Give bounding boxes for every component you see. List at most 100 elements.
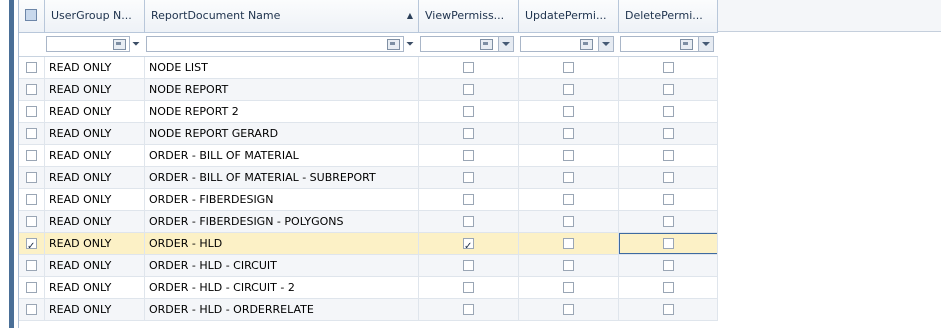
view-permission-cell[interactable] <box>419 145 519 167</box>
row-select-checkbox[interactable] <box>26 216 37 227</box>
delete-permission-cell[interactable] <box>619 57 718 79</box>
user-group-cell[interactable]: READ ONLY <box>45 277 145 299</box>
update-permission-checkbox[interactable] <box>563 172 574 183</box>
update-permission-cell[interactable] <box>519 299 619 321</box>
table-row[interactable]: READ ONLY ORDER - FIBERDESIGN - POLYGONS <box>19 211 718 233</box>
delete-permission-cell[interactable] <box>619 299 718 321</box>
delete-permission-checkbox[interactable] <box>663 62 674 73</box>
view-permission-checkbox[interactable] <box>463 62 474 73</box>
user-group-cell[interactable]: READ ONLY <box>45 57 145 79</box>
update-permission-cell[interactable] <box>519 145 619 167</box>
report-name-cell[interactable]: ORDER - FIBERDESIGN <box>145 189 419 211</box>
view-permission-cell[interactable] <box>419 211 519 233</box>
row-select-cell[interactable] <box>19 123 45 145</box>
user-group-cell[interactable]: READ ONLY <box>45 189 145 211</box>
filter-editor-icon[interactable] <box>580 39 593 50</box>
table-row[interactable]: READ ONLY ORDER - HLD - CIRCUIT <box>19 255 718 277</box>
update-permission-cell[interactable] <box>519 211 619 233</box>
report-name-cell[interactable]: ORDER - BILL OF MATERIAL <box>145 145 419 167</box>
row-select-cell[interactable] <box>19 167 45 189</box>
view-permission-checkbox[interactable] <box>463 194 474 205</box>
update-permission-cell[interactable] <box>519 123 619 145</box>
user-group-cell[interactable]: READ ONLY <box>45 145 145 167</box>
row-select-cell[interactable] <box>19 145 45 167</box>
report-name-cell[interactable]: NODE LIST <box>145 57 419 79</box>
col-delete-permission[interactable]: DeletePermi... <box>619 0 718 32</box>
col-view-permission[interactable]: ViewPermiss... <box>419 0 519 32</box>
row-select-checkbox[interactable] <box>26 172 37 183</box>
filter-editor-icon[interactable] <box>387 39 400 50</box>
table-row[interactable]: READ ONLY ORDER - BILL OF MATERIAL - SUBR… <box>19 167 718 189</box>
view-permission-cell[interactable] <box>419 189 519 211</box>
update-permission-cell[interactable] <box>519 57 619 79</box>
table-row[interactable]: READ ONLY NODE REPORT <box>19 79 718 101</box>
table-row[interactable]: READ ONLY ORDER - HLD - CIRCUIT - 2 <box>19 277 718 299</box>
user-group-cell[interactable]: READ ONLY <box>45 255 145 277</box>
filter-editor-icon[interactable] <box>113 39 126 50</box>
table-row[interactable]: READ ONLY ORDER - HLD <box>19 233 718 255</box>
report-name-cell[interactable]: ORDER - HLD - CIRCUIT - 2 <box>145 277 419 299</box>
delete-permission-cell[interactable] <box>619 211 718 233</box>
filter-editor-icon[interactable] <box>480 39 493 50</box>
update-permission-checkbox[interactable] <box>563 238 574 249</box>
view-permission-checkbox[interactable] <box>463 216 474 227</box>
report-name-cell[interactable]: ORDER - HLD <box>145 233 419 255</box>
delete-permission-checkbox[interactable] <box>663 84 674 95</box>
row-select-cell[interactable] <box>19 57 45 79</box>
filter-funnel-icon[interactable]: ⏷ <box>406 39 414 50</box>
view-permission-checkbox[interactable] <box>463 106 474 117</box>
chevron-down-icon[interactable] <box>498 37 513 51</box>
view-permission-checkbox[interactable] <box>463 172 474 183</box>
update-permission-cell[interactable] <box>519 255 619 277</box>
row-select-cell[interactable] <box>19 189 45 211</box>
select-all-header[interactable] <box>19 0 45 32</box>
update-permission-checkbox[interactable] <box>563 194 574 205</box>
row-select-checkbox[interactable] <box>26 62 37 73</box>
report-name-cell[interactable]: ORDER - FIBERDESIGN - POLYGONS <box>145 211 419 233</box>
select-all-checkbox[interactable] <box>25 9 37 21</box>
delete-permission-checkbox[interactable] <box>663 216 674 227</box>
row-select-cell[interactable] <box>19 277 45 299</box>
filter-view-permission-select[interactable] <box>420 36 514 52</box>
update-permission-checkbox[interactable] <box>563 282 574 293</box>
table-row[interactable]: READ ONLY NODE LIST <box>19 57 718 79</box>
row-select-checkbox[interactable] <box>26 84 37 95</box>
delete-permission-cell[interactable] <box>619 101 718 123</box>
report-name-cell[interactable]: NODE REPORT <box>145 79 419 101</box>
view-permission-cell[interactable] <box>419 299 519 321</box>
delete-permission-checkbox[interactable] <box>663 150 674 161</box>
update-permission-checkbox[interactable] <box>563 304 574 315</box>
view-permission-cell[interactable] <box>419 79 519 101</box>
update-permission-checkbox[interactable] <box>563 62 574 73</box>
user-group-cell[interactable]: READ ONLY <box>45 299 145 321</box>
row-select-cell[interactable] <box>19 79 45 101</box>
table-row[interactable]: READ ONLY ORDER - BILL OF MATERIAL <box>19 145 718 167</box>
row-select-checkbox[interactable] <box>26 236 37 255</box>
row-select-cell[interactable] <box>19 101 45 123</box>
view-permission-cell[interactable] <box>419 167 519 189</box>
filter-update-permission-select[interactable] <box>520 36 614 52</box>
view-permission-checkbox[interactable] <box>463 150 474 161</box>
user-group-cell[interactable]: READ ONLY <box>45 123 145 145</box>
delete-permission-cell[interactable] <box>619 277 718 299</box>
delete-permission-checkbox[interactable] <box>663 106 674 117</box>
user-group-cell[interactable]: READ ONLY <box>45 233 145 255</box>
delete-permission-checkbox[interactable] <box>663 172 674 183</box>
delete-permission-checkbox[interactable] <box>663 194 674 205</box>
filter-editor-icon[interactable] <box>680 39 693 50</box>
view-permission-cell[interactable] <box>419 255 519 277</box>
table-row[interactable]: READ ONLY NODE REPORT 2 <box>19 101 718 123</box>
col-user-group[interactable]: UserGroup N... <box>45 0 145 32</box>
delete-permission-cell[interactable] <box>619 145 718 167</box>
user-group-cell[interactable]: READ ONLY <box>45 211 145 233</box>
filter-funnel-icon[interactable]: ⏷ <box>132 39 140 50</box>
view-permission-cell[interactable] <box>419 123 519 145</box>
delete-permission-checkbox[interactable] <box>663 128 674 139</box>
delete-permission-checkbox[interactable] <box>663 304 674 315</box>
view-permission-cell[interactable] <box>419 233 519 255</box>
update-permission-checkbox[interactable] <box>563 260 574 271</box>
user-group-cell[interactable]: READ ONLY <box>45 79 145 101</box>
user-group-cell[interactable]: READ ONLY <box>45 101 145 123</box>
view-permission-checkbox[interactable] <box>463 260 474 271</box>
table-row[interactable]: READ ONLY ORDER - FIBERDESIGN <box>19 189 718 211</box>
